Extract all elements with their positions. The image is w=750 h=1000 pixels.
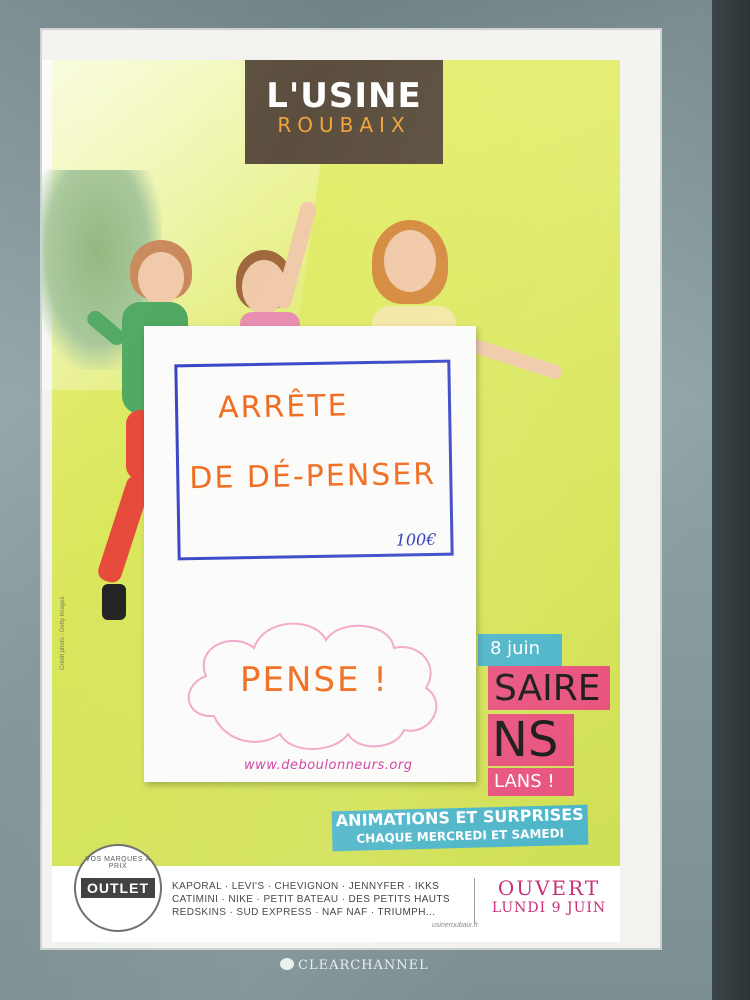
brand-logo: L'USINE ROUBAIX [245, 60, 443, 164]
brand-line: KAPORAL · LEVI'S · CHEVIGNON · JENNYFER … [172, 881, 440, 892]
clearchannel-logo: CLEARCHANNEL [280, 958, 429, 973]
clearchannel-text: CLEARCHANNEL [298, 958, 429, 973]
opening-label: OUVERT [497, 876, 601, 900]
years-tag: NS [488, 714, 574, 766]
brand-line: REDSKINS · SUD EXPRESS · NAF NAF · TRIUM… [172, 907, 436, 918]
footer-divider [474, 878, 475, 924]
advertising-poster: L'USINE ROUBAIX 8 juin SAIRE NS LANS ! A… [40, 28, 662, 950]
brand-line: CATIMINI · NIKE · PETIT BATEAU · DES PET… [172, 894, 450, 905]
badge-arc-text: VOS MARQUES À PRIX [85, 856, 151, 870]
sign-pense: PENSE ! [240, 660, 389, 700]
badge-label: OUTLET [81, 878, 155, 898]
logo-subtitle: ROUBAIX [277, 113, 411, 137]
poster-url: usineroubaix.fr [432, 922, 478, 929]
sign-url: www.deboulonneurs.org [244, 758, 413, 773]
opening-date: LUNDI 9 JUIN [491, 900, 607, 916]
years-subtag: LANS ! [488, 768, 574, 796]
outlet-badge: VOS MARQUES À PRIX OUTLET [74, 844, 162, 932]
handwritten-sign: ARRÊTE DE DÉ-PENSER 100€ PENSE ! www.deb… [144, 326, 476, 782]
brand-list: KAPORAL · LEVI'S · CHEVIGNON · JENNYFER … [172, 880, 470, 919]
photo-credit: Crédit photo : Getty Images [60, 596, 66, 670]
anniversary-tag: SAIRE [488, 666, 610, 710]
poster-footer: VOS MARQUES À PRIX OUTLET KAPORAL · LEVI… [52, 844, 620, 942]
animations-banner: ANIMATIONS ET SURPRISES CHAQUE MERCREDI … [331, 804, 589, 852]
opening-info: OUVERT LUNDI 9 JUIN [484, 876, 614, 916]
clearchannel-icon [280, 958, 294, 970]
date-tag: 8 juin [478, 634, 562, 666]
cloud-drawing [187, 622, 438, 750]
logo-title: L'USINE [266, 76, 422, 116]
frame-edge [712, 0, 750, 1000]
